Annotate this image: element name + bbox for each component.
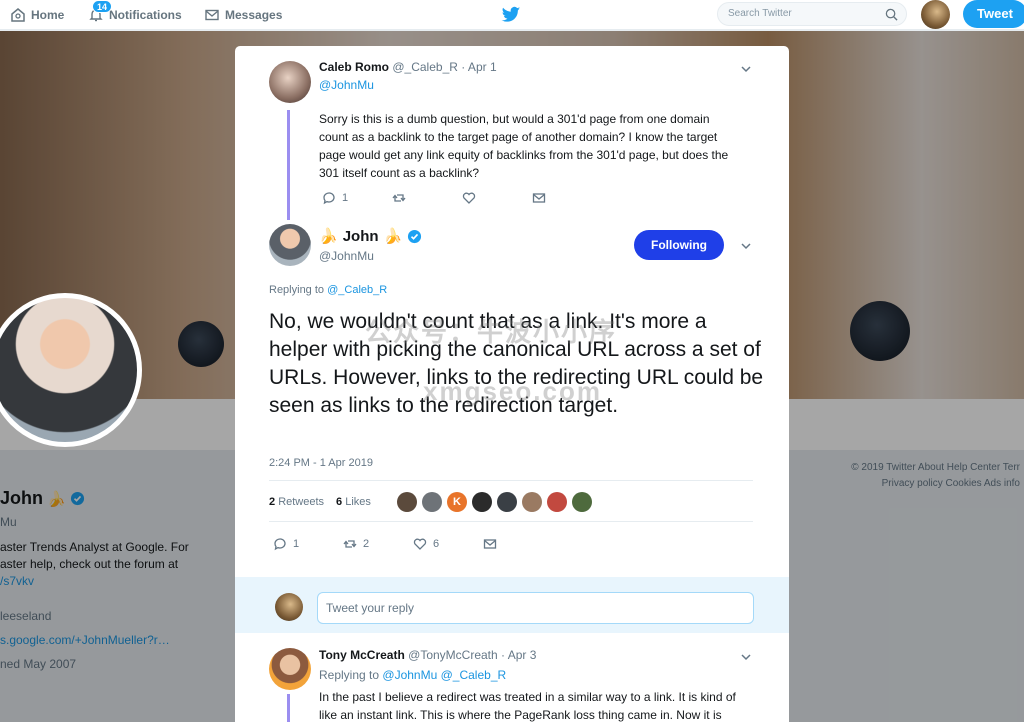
like-button[interactable]: 6 [413,537,483,551]
reply-composer: Tweet your reply [235,577,789,633]
watermark-cn: 公众号：牛波小小序 [365,317,618,347]
chevron-down-icon[interactable] [740,240,752,252]
reply-icon [274,538,286,551]
retweets-stat-count: 2 [269,496,276,508]
heart-icon [462,192,476,204]
retweet-button[interactable] [392,191,462,205]
reply-count: 1 [293,538,300,550]
search-input[interactable]: Search Twitter [717,2,907,26]
divider [269,521,753,522]
account-avatar[interactable] [921,0,950,29]
search-placeholder: Search Twitter [728,8,792,19]
like-count: 6 [433,538,440,550]
replying-to: Replying to @_Caleb_R [269,284,387,296]
liker-avatar[interactable] [397,492,417,512]
dm-button[interactable] [483,537,553,551]
next-replying-mention-1[interactable]: @JohnMu [382,668,437,682]
replying-to-mention[interactable]: @_Caleb_R [327,284,387,296]
retweet-button[interactable]: 2 [343,537,413,551]
compose-tweet-button[interactable]: Tweet [963,0,1024,28]
chevron-down-icon[interactable] [740,651,752,663]
main-tweet-handle[interactable]: @JohnMu [319,249,374,263]
likers-avatars: K [397,492,592,512]
liker-avatar[interactable]: K [447,492,467,512]
liker-avatar[interactable] [522,492,542,512]
parent-tweet-header: Caleb Romo @_Caleb_R · Apr 1 [319,60,497,74]
verified-badge-icon [408,229,422,243]
liker-avatar[interactable] [422,492,442,512]
reply-input[interactable]: Tweet your reply [317,592,754,624]
next-tweet-replying-to: Replying to @JohnMu @_Caleb_R [319,668,506,682]
parent-tweet-mention[interactable]: @JohnMu [319,78,374,92]
caleb-avatar[interactable] [269,61,311,103]
nav-home-label: Home [31,8,65,22]
parent-tweet-handle[interactable]: @_Caleb_R [392,60,458,74]
nav-home[interactable]: Home [10,0,64,30]
search-icon[interactable] [885,8,898,21]
likes-stat[interactable]: 6 Likes [336,496,371,508]
dm-button[interactable] [532,191,602,205]
parent-tweet-actions: 1 [322,191,602,205]
notification-count-badge: 14 [92,0,113,13]
reply-count: 1 [342,192,349,204]
next-replying-label: Replying to [319,668,380,682]
nav-notifications-label: Notifications [109,8,182,22]
my-avatar [275,593,303,621]
next-tweet-text: In the past I believe a redirect was tre… [319,690,736,722]
next-tweet-date[interactable]: · Apr 3 [501,648,536,662]
parent-tweet-date[interactable]: · Apr 1 [461,60,496,74]
liker-avatar[interactable] [472,492,492,512]
watermark-url: xmgseo.com [423,376,602,406]
next-tweet-name[interactable]: Tony McCreath [319,648,405,662]
retweets-stat[interactable]: 2 Retweets [269,496,324,508]
likes-stat-count: 6 [336,496,343,508]
envelope-icon [483,539,497,549]
nav-messages[interactable]: Messages [204,0,282,30]
main-tweet-timestamp[interactable]: 2:24 PM - 1 Apr 2019 [269,457,373,469]
liker-avatar[interactable] [497,492,517,512]
home-icon [11,8,25,22]
next-replying-mention-2[interactable]: @_Caleb_R [441,668,507,682]
tony-avatar[interactable] [269,648,311,690]
engagement-stats: 2 Retweets 6 Likes [269,496,371,508]
john-avatar[interactable] [269,224,311,266]
banana-emoji-left: 🍌 [319,228,338,245]
liker-avatar[interactable] [547,492,567,512]
main-tweet-actions: 1 2 6 [273,537,553,551]
next-tweet-header: Tony McCreath @TonyMcCreath · Apr 3 [319,648,536,662]
parent-tweet-name[interactable]: Caleb Romo [319,60,389,74]
next-tweet-handle[interactable]: @TonyMcCreath [408,648,498,662]
nav-messages-label: Messages [225,8,283,22]
retweets-stat-label: Retweets [278,496,325,508]
top-nav: Home Notifications 14 Messages Search Tw… [0,0,1024,30]
following-button[interactable]: Following [634,230,724,260]
retweet-count: 2 [363,538,370,550]
banana-emoji-right: 🍌 [383,228,403,245]
main-tweet-header: 🍌 John 🍌 [319,227,422,245]
replying-to-label: Replying to [269,284,325,296]
reply-button[interactable]: 1 [322,191,392,205]
twitter-bird-icon[interactable] [501,6,521,24]
parent-tweet-text: Sorry is this is a dumb question, but wo… [319,112,729,180]
divider [269,480,753,481]
reply-button[interactable]: 1 [273,537,343,551]
main-tweet-name[interactable]: John [343,228,379,245]
retweet-icon [343,540,357,548]
envelope-icon [205,9,219,21]
likes-stat-label: Likes [345,496,371,508]
reply-icon [323,192,335,205]
tweet-modal: Caleb Romo @_Caleb_R · Apr 1 @JohnMu Sor… [235,46,789,722]
like-button[interactable] [462,191,532,205]
thread-connector [287,110,290,220]
liker-avatar[interactable] [572,492,592,512]
envelope-icon [532,193,546,203]
heart-icon [413,538,427,550]
retweet-icon [392,194,406,202]
chevron-down-icon[interactable] [740,63,752,75]
thread-connector [287,694,290,722]
